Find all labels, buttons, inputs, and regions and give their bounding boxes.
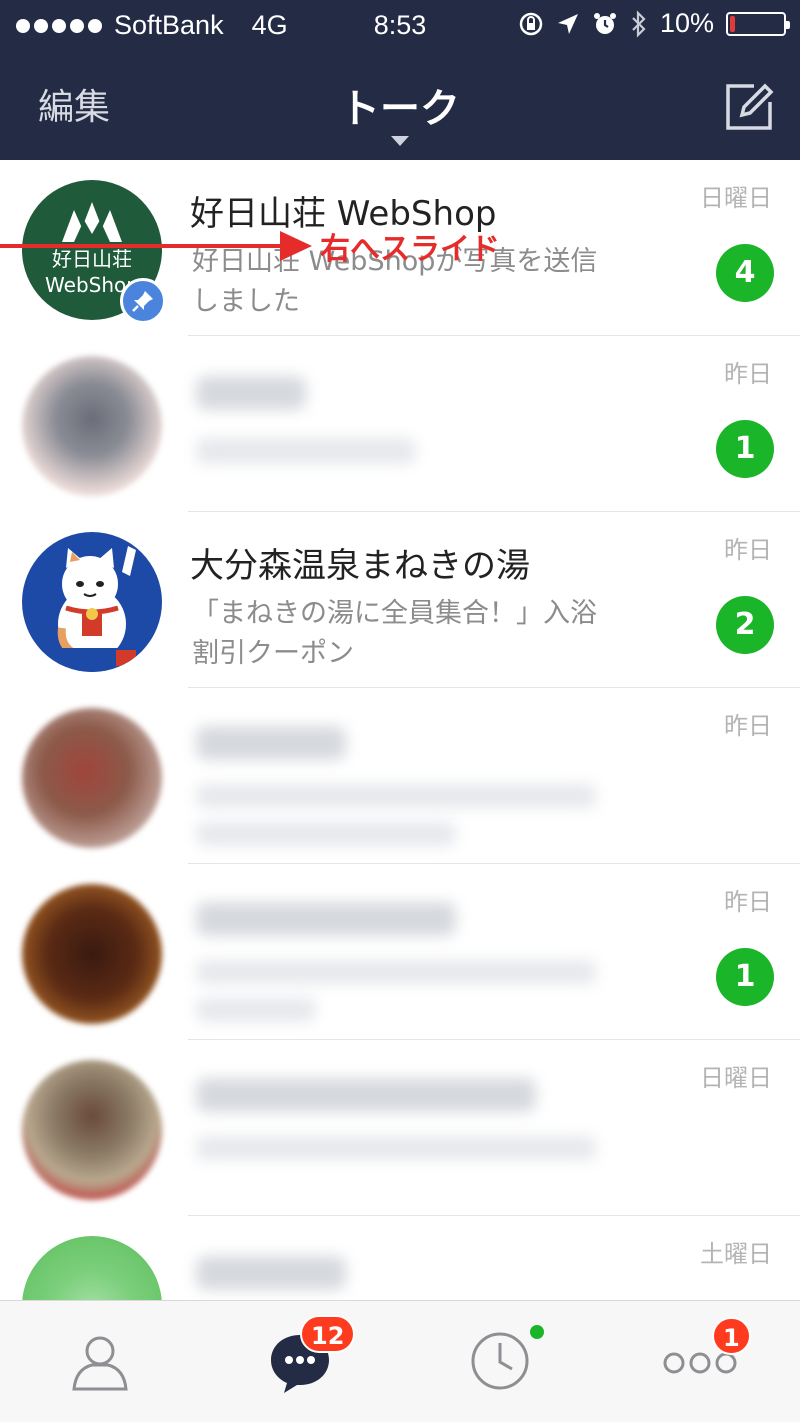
avatar: [22, 1236, 162, 1300]
chat-preview: 「まねきの湯に全員集合！」入浴割引クーポン: [192, 598, 597, 669]
blurred-preview: [196, 998, 316, 1022]
blurred-preview: [196, 822, 456, 846]
blurred-name: [196, 1078, 536, 1112]
nav-bar: 編集 トーク: [0, 52, 800, 160]
chat-date: 日曜日: [700, 184, 772, 212]
blurred-preview: [196, 438, 416, 464]
blurred-preview: [196, 1136, 596, 1160]
chat-name: 大分森温泉まねきの湯: [190, 546, 530, 586]
alarm-icon: [593, 12, 616, 34]
person-icon: [72, 1336, 128, 1391]
unread-badge: 1: [716, 420, 774, 478]
chat-date: 日曜日: [700, 1064, 772, 1092]
chat-row-blurred[interactable]: 昨日: [0, 688, 800, 864]
blurred-preview: [196, 784, 596, 808]
chat-row-maneki-no-yu[interactable]: 大分森温泉まねきの湯 「まねきの湯に全員集合！」入浴割引クーポン 昨日 2: [0, 512, 800, 688]
tab-bar: 12 1: [0, 1300, 800, 1422]
tab-chats[interactable]: 12: [200, 1301, 400, 1422]
avatar: [22, 356, 162, 496]
battery-fill: [730, 15, 735, 32]
chat-date: 昨日: [724, 888, 772, 916]
blurred-name: [196, 726, 346, 760]
avatar: [22, 532, 162, 672]
blurred-name: [196, 902, 456, 936]
tab-friends[interactable]: [0, 1301, 200, 1422]
status-bar: SoftBank 4G 8:53 10%: [0, 0, 800, 52]
chat-date: 土曜日: [700, 1240, 772, 1268]
more-notification-badge: 1: [712, 1317, 751, 1355]
status-right: 10%: [518, 8, 790, 39]
pin-icon: [120, 278, 166, 324]
tab-more[interactable]: 1: [600, 1301, 800, 1422]
tab-timeline[interactable]: [400, 1301, 600, 1422]
chat-list[interactable]: 好日山荘 WebShop 好日山荘 WebShop 好日山荘 WebShopが写…: [0, 160, 800, 1300]
avatar: [22, 884, 162, 1024]
bluetooth-icon: [632, 9, 646, 38]
timeline-new-dot: [530, 1325, 544, 1339]
blurred-preview: [196, 960, 596, 984]
battery-icon: [726, 11, 790, 36]
title-dropdown-caret-icon[interactable]: [391, 136, 409, 146]
clock-icon: [471, 1332, 529, 1390]
avatar: [22, 708, 162, 848]
rotation-lock-icon: [519, 12, 543, 35]
location-icon: [557, 13, 578, 34]
chat-row-blurred[interactable]: 日曜日: [0, 1040, 800, 1216]
unread-badge: 1: [716, 948, 774, 1006]
chat-date: 昨日: [724, 712, 772, 740]
chat-date: 昨日: [724, 536, 772, 564]
slide-arrow-icon: [280, 231, 312, 261]
avatar: [22, 1060, 162, 1200]
chats-unread-badge: 12: [300, 1315, 356, 1353]
chat-row-blurred[interactable]: 昨日 1: [0, 864, 800, 1040]
unread-badge: 2: [716, 596, 774, 654]
unread-badge: 4: [716, 244, 774, 302]
compose-icon[interactable]: [724, 82, 774, 132]
battery-percent: 10%: [659, 8, 714, 38]
blurred-name: [196, 1256, 346, 1290]
chat-row-blurred[interactable]: 昨日 1: [0, 336, 800, 512]
chat-row-blurred[interactable]: 土曜日: [0, 1216, 800, 1300]
maneki-neko-icon: [34, 546, 150, 672]
slide-arrow-line: [0, 244, 296, 248]
chat-date: 昨日: [724, 360, 772, 388]
slide-annotation-label: 右へスライド: [320, 232, 500, 267]
page-title[interactable]: トーク: [0, 76, 800, 134]
blurred-name: [196, 376, 306, 410]
